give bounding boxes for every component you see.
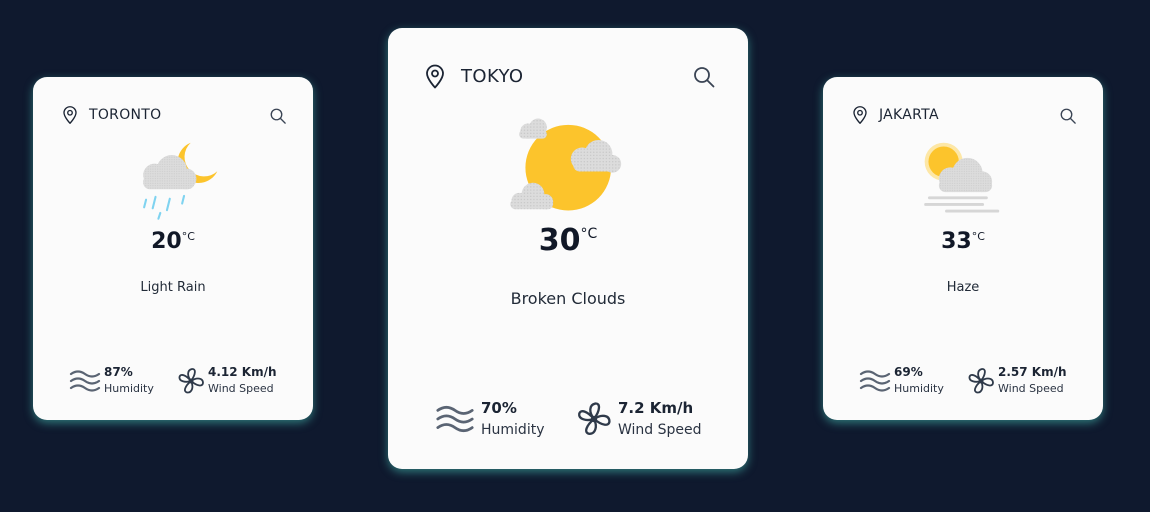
wind-speed-label: Wind Speed [998,381,1064,395]
humidity-label: Humidity [894,381,944,395]
weather-condition: Light Rain [140,280,206,295]
search-icon [270,108,286,124]
humidity-value: 69% [894,365,923,379]
city-name: JAKARTA [879,107,939,123]
temperature-unit: °C [580,226,598,242]
search-button[interactable] [1057,105,1079,127]
location-pin-icon [426,64,444,89]
weather-condition: Haze [946,280,980,295]
card-header: JAKARTA [851,105,939,125]
wind-speed-value: 2.57 Km/h [998,365,1067,379]
temperature-unit: °C [181,230,195,243]
wind-speed-value: 7.2 Km/h [618,399,694,417]
search-icon [1060,108,1076,124]
city-name: TORONTO [89,107,162,123]
humidity-label: Humidity [104,381,154,395]
wind-fan-icon [968,367,994,394]
location-pin-icon [853,106,867,124]
temperature: 33°C [941,229,985,254]
wind-speed-label: Wind Speed [618,422,702,439]
wind-fan-icon [578,402,611,436]
weather-card-tokyo: TOKYO 30°C Broken Clouds 70% Humidity 7.… [388,28,748,469]
weather-condition: Broken Clouds [510,289,626,308]
temperature-unit: °C [971,230,985,243]
temperature: 30°C [538,223,598,258]
wind-fan-icon [178,367,204,394]
search-button[interactable] [690,63,718,91]
temperature: 20°C [151,229,195,254]
humidity-stat: 87% Humidity [69,365,154,395]
weather-card-toronto: TORONTO 20°C Light Rain 87% Humidity 4.1… [33,77,313,420]
location-pin-icon [63,106,77,124]
humidity-label: Humidity [481,422,545,439]
wind-stat: 7.2 Km/h Wind Speed [576,399,702,439]
moon-cloud-rain-icon [143,142,218,220]
humidity-stat: 69% Humidity [859,365,944,395]
weather-card-jakarta: JAKARTA 33°C Haze 69% Humidity 2.57 Km/h… [823,77,1103,420]
search-button[interactable] [267,105,289,127]
card-header: TOKYO [423,63,524,90]
sun-cloud-haze-icon [924,142,1000,213]
humidity-waves-icon [69,370,101,392]
humidity-waves-icon [436,406,474,433]
search-icon [694,67,715,88]
wind-speed-label: Wind Speed [208,381,274,395]
city-name: TOKYO [461,66,524,87]
wind-speed-value: 4.12 Km/h [208,365,277,379]
humidity-value: 87% [104,365,133,379]
wind-stat: 4.12 Km/h Wind Speed [177,365,277,395]
humidity-stat: 70% Humidity [435,399,545,439]
humidity-waves-icon [859,370,891,392]
wind-stat: 2.57 Km/h Wind Speed [967,365,1067,395]
card-header: TORONTO [61,105,161,125]
humidity-value: 70% [481,399,517,417]
